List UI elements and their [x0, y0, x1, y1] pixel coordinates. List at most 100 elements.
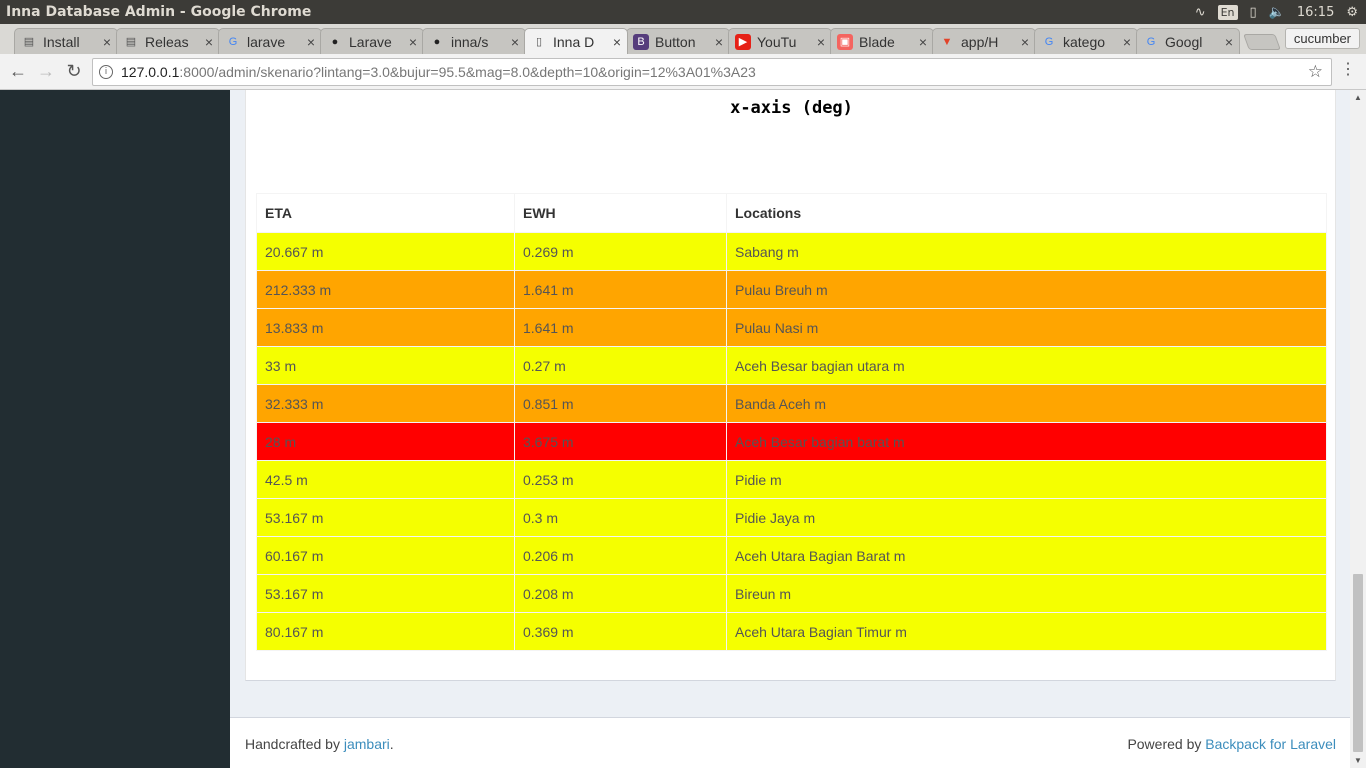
table-row: 60.167 m 0.206 m Aceh Utara Bagian Barat m — [256, 536, 1327, 575]
close-icon[interactable]: × — [205, 34, 213, 50]
close-icon[interactable]: × — [103, 34, 111, 50]
back-arrow-icon[interactable]: ← — [4, 61, 32, 82]
browser-tab[interactable]: Gkatego × — [1034, 28, 1138, 54]
browser-tab[interactable]: ▣ Blade × — [830, 28, 934, 54]
battery-icon[interactable]: ▯ — [1250, 5, 1257, 20]
google-icon: G — [1044, 35, 1054, 48]
url-path: :8000/admin/skenario?lintang=3.0&bujur=9… — [179, 64, 756, 80]
browser-tab[interactable]: Glarave × — [218, 28, 322, 54]
browser-tab[interactable]: ● Larave × — [320, 28, 424, 54]
admin-sidebar — [0, 90, 230, 768]
eta-cell: 32.333 m — [256, 384, 515, 423]
browser-tab[interactable]: ● inna/s × — [422, 28, 526, 54]
author-link[interactable]: jambari — [344, 736, 390, 752]
page-footer: Handcrafted by jambari. Powered by Backp… — [230, 717, 1350, 768]
tab-label: Blade — [859, 33, 895, 50]
close-icon[interactable]: × — [1123, 34, 1131, 50]
reload-icon[interactable]: ↻ — [60, 61, 88, 82]
page-scrollbar[interactable]: ▲ ▼ — [1350, 90, 1366, 768]
youtube-icon: ▶ — [735, 33, 751, 50]
browser-tab[interactable]: ▼ app/H × — [932, 28, 1036, 54]
address-bar[interactable]: i 127.0.0.1:8000/admin/skenario?lintang=… — [92, 58, 1332, 86]
tab-label: Inna D — [553, 33, 595, 50]
location-cell: Pidie m — [726, 460, 1327, 499]
site-info-icon[interactable]: i — [99, 65, 113, 79]
table-row: 53.167 m 0.3 m Pidie Jaya m — [256, 498, 1327, 537]
bookmark-star-icon[interactable]: ☆ — [1308, 62, 1323, 82]
eta-cell: 80.167 m — [256, 612, 515, 651]
close-icon[interactable]: × — [613, 34, 621, 50]
browser-tab[interactable]: ▯ Inna D × — [524, 28, 628, 54]
browser-tab[interactable]: B Button × — [626, 28, 730, 54]
table-row: 53.167 m 0.208 m Bireun m — [256, 574, 1327, 613]
scroll-up-arrow-icon[interactable]: ▲ — [1354, 93, 1362, 102]
clock[interactable]: 16:15 — [1297, 5, 1334, 20]
tab-label: Install — [43, 33, 80, 50]
eta-cell: 42.5 m — [256, 460, 515, 499]
gitlab-icon: ▼ — [941, 35, 953, 48]
settings-gear-icon[interactable]: ⚙ — [1346, 5, 1358, 20]
tab-strip: ▤ Install × ▤ Releas × Glarave × ● Larave × ● inna/s… — [0, 24, 1366, 54]
close-icon[interactable]: × — [307, 34, 315, 50]
location-cell: Aceh Utara Bagian Timur m — [726, 612, 1327, 651]
volume-icon[interactable]: 🔈 — [1269, 5, 1285, 20]
location-cell: Pulau Breuh m — [726, 270, 1327, 309]
browser-tab[interactable]: G Googl × — [1136, 28, 1240, 54]
wifi-icon[interactable]: ∿ — [1195, 5, 1206, 20]
tab-label: app/H — [961, 33, 999, 50]
footer-left-end: . — [389, 736, 394, 752]
location-cell: Aceh Utara Bagian Barat m — [726, 536, 1327, 575]
new-tab-button[interactable] — [1243, 34, 1281, 50]
browser-tab[interactable]: ▶ YouTu × — [728, 28, 832, 54]
laravel-icon: ▣ — [837, 33, 853, 50]
column-header-ewh: EWH — [514, 193, 727, 233]
browser-tab[interactable]: ▤ Install × — [14, 28, 118, 54]
close-icon[interactable]: × — [409, 34, 417, 50]
chart-box: x-axis (deg) ETA EWH Locations 20.667 m0… — [245, 90, 1336, 681]
ewh-cell: 0.851 m — [514, 384, 727, 423]
chrome-menu-icon[interactable]: ⋮ — [1340, 62, 1356, 78]
eta-cell: 28 m — [256, 422, 515, 461]
profile-button[interactable]: cucumber — [1284, 28, 1360, 49]
google-icon: G — [228, 35, 238, 48]
close-icon[interactable]: × — [715, 34, 723, 50]
doc-icon: ▤ — [23, 36, 35, 48]
results-table: ETA EWH Locations 20.667 m 0.269 m Sabang … — [256, 193, 1327, 651]
table-row: 28 m 3.675 m Aceh Besar bagian barat m — [256, 422, 1327, 461]
x-axis-label: x-axis (deg) — [730, 98, 853, 118]
close-icon[interactable]: × — [511, 34, 519, 50]
main-content: x-axis (deg) ETA EWH Locations 20.667 m0… — [230, 90, 1350, 768]
ewh-cell: 0.3 m — [514, 498, 727, 537]
scroll-thumb[interactable] — [1353, 574, 1363, 752]
ewh-cell: 0.206 m — [514, 536, 727, 575]
eta-cell: 20.667 m — [256, 232, 515, 271]
tab-label: larave — [247, 33, 286, 50]
location-cell: Banda Aceh m — [726, 384, 1327, 423]
eta-cell: 60.167 m — [256, 536, 515, 575]
column-header-eta: ETA — [256, 193, 515, 233]
ewh-cell: 0.208 m — [514, 574, 727, 613]
ewh-cell: 0.253 m — [514, 460, 727, 499]
eta-cell: 33 m — [256, 346, 515, 385]
page-icon: ▯ — [535, 36, 543, 48]
table-row: 33 m 0.27 m Aceh Besar bagian utara m — [256, 346, 1327, 385]
bootstrap-icon: B — [633, 33, 649, 50]
scroll-down-arrow-icon[interactable]: ▼ — [1354, 756, 1362, 765]
system-tray: ∿ En ▯ 🔈 16:15 ⚙ — [1195, 4, 1366, 20]
footer-powered-by: Powered by Backpack for Laravel — [1127, 736, 1336, 752]
github-icon: ● — [331, 35, 339, 48]
close-icon[interactable]: × — [1225, 34, 1233, 50]
close-icon[interactable]: × — [817, 34, 825, 50]
ewh-cell: 0.27 m — [514, 346, 727, 385]
keyboard-language[interactable]: En — [1217, 4, 1238, 20]
forward-arrow-icon[interactable]: → — [32, 61, 60, 82]
browser-tab[interactable]: ▤ Releas × — [116, 28, 220, 54]
github-icon: ● — [433, 35, 441, 48]
close-icon[interactable]: × — [1021, 34, 1029, 50]
close-icon[interactable]: × — [919, 34, 927, 50]
column-header-locations: Locations — [726, 193, 1327, 233]
tab-label: Googl — [1165, 33, 1203, 50]
eta-cell: 53.167 m — [256, 574, 515, 613]
backpack-link[interactable]: Backpack for Laravel — [1205, 736, 1336, 752]
footer-right-text: Powered by — [1127, 736, 1206, 752]
